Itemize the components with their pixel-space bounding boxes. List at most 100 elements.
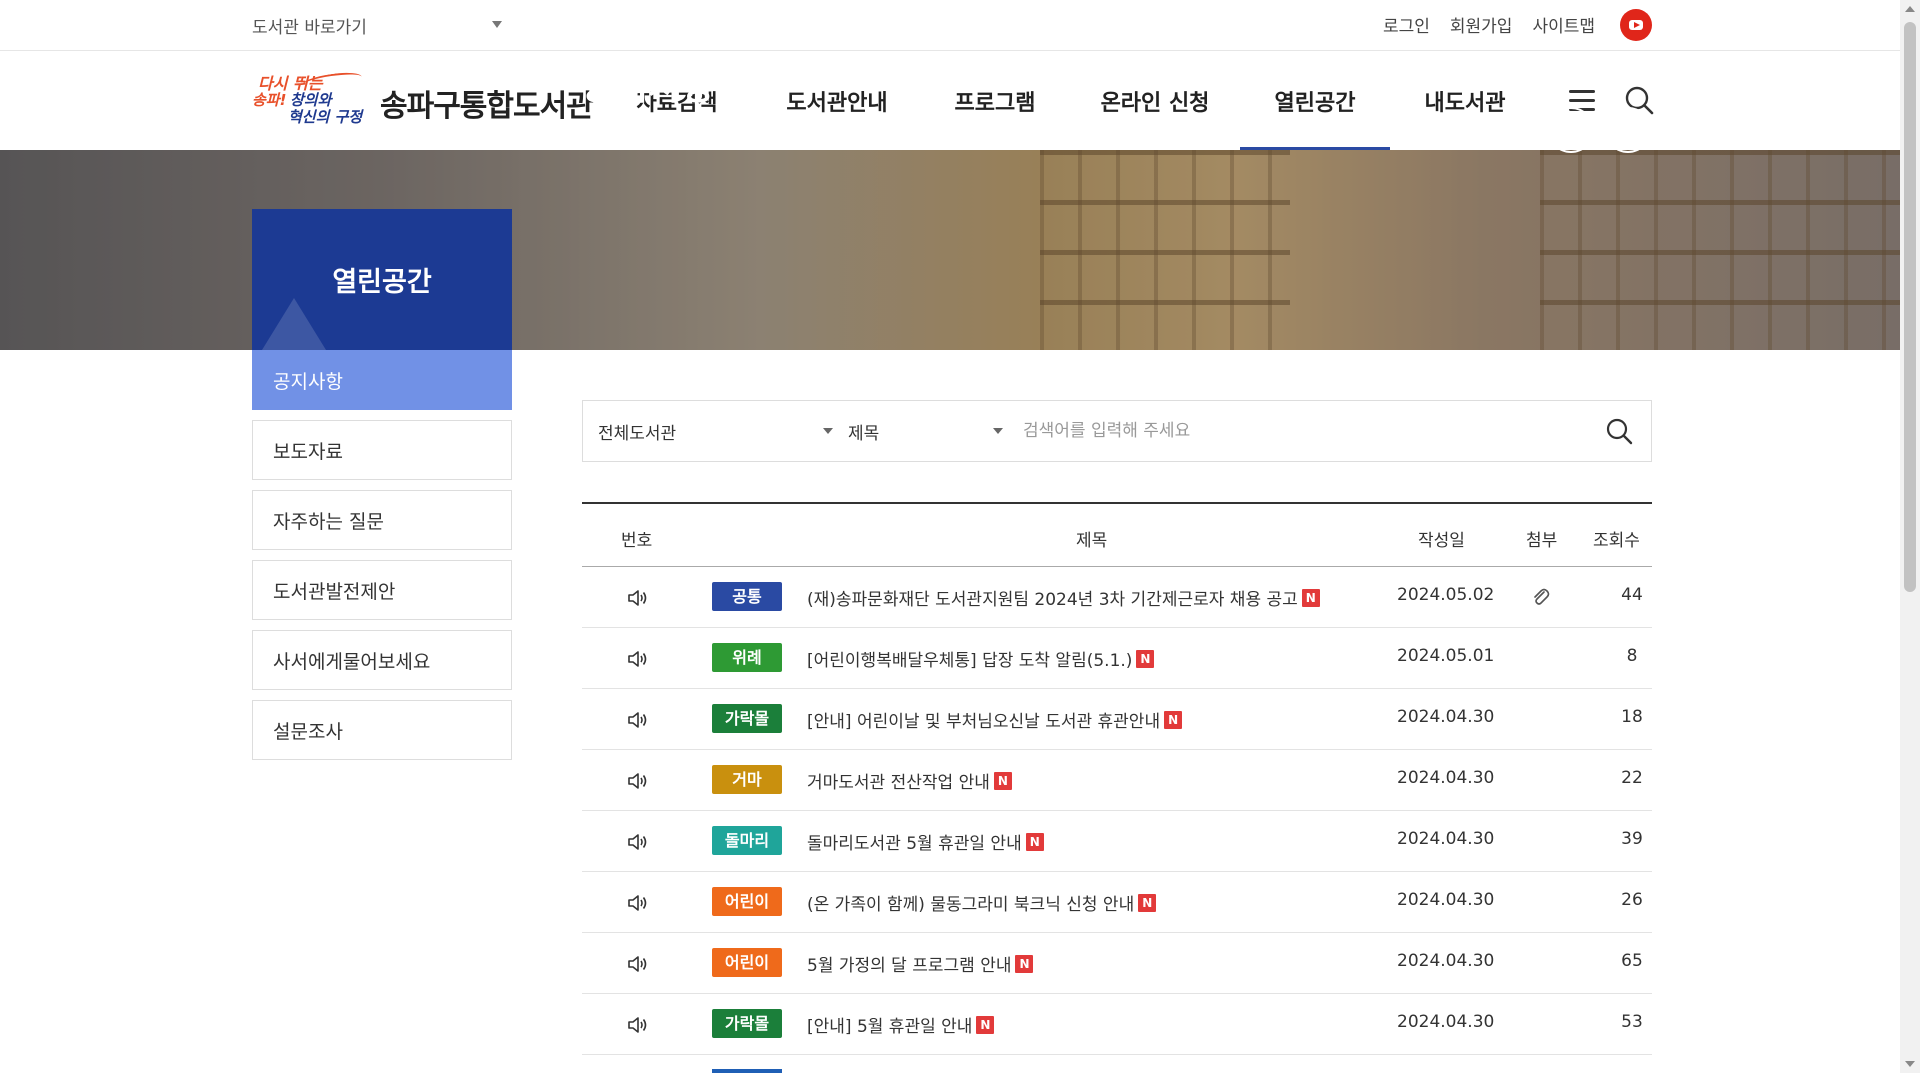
- side-item-press[interactable]: 보도자료: [252, 420, 512, 480]
- print-button[interactable]: [1605, 107, 1651, 153]
- side-item-notice[interactable]: 공지사항: [252, 350, 512, 410]
- speaker-icon: [628, 895, 647, 911]
- breadcrumb-open-space[interactable]: 열린공간: [608, 124, 671, 149]
- post-date: 2024.04.30: [1397, 829, 1495, 849]
- table-row[interactable]: 공통 (재)송파문화재단 도서관지원팀 2024년 3차 기간제근로자 채용 공고…: [582, 567, 1652, 628]
- speaker-icon: [628, 590, 647, 606]
- view-count: 22: [1621, 768, 1643, 788]
- speaker-icon: [628, 1017, 647, 1033]
- signup-link[interactable]: 회원가입: [1450, 12, 1513, 37]
- view-count: 8: [1626, 646, 1638, 666]
- view-count: 26: [1621, 890, 1643, 910]
- chevron-down-icon: [993, 428, 1003, 434]
- post-date: 2024.04.30: [1397, 707, 1495, 727]
- side-heading-decoration: [262, 298, 326, 350]
- view-count: 65: [1621, 951, 1643, 971]
- notice-title-link[interactable]: 돌마리도서관 5월 휴관일 안내 N: [807, 829, 1044, 854]
- page-title: 공지사항: [582, 67, 715, 108]
- notice-title-link[interactable]: (재)송파문화재단 도서관지원팀 2024년 3차 기간제근로자 채용 공고 N: [807, 585, 1320, 610]
- attachment-icon[interactable]: [1529, 585, 1551, 609]
- notice-title-link[interactable]: 거마도서관 전산작업 안내 N: [807, 768, 1012, 793]
- library-badge: 가락몰: [712, 704, 782, 733]
- notice-title-link[interactable]: [어린이행복배달우체통] 답장 도착 알림(5.1.) N: [807, 646, 1155, 671]
- library-badge: 어린이: [712, 887, 782, 916]
- notice-title-text: (재)송파문화재단 도서관지원팀 2024년 3차 기간제근로자 채용 공고: [807, 590, 1298, 610]
- table-row[interactable]: 위례 [어린이행복배달우체통] 답장 도착 알림(5.1.) N 2024.05.01…: [582, 628, 1652, 689]
- table-row[interactable]: 거마 거마도서관 전산작업 안내 N 2024.04.30 22: [582, 750, 1652, 811]
- view-count: 53: [1621, 1012, 1643, 1032]
- home-icon[interactable]: [582, 128, 600, 146]
- login-link[interactable]: 로그인: [1383, 12, 1430, 37]
- speaker-icon: [628, 834, 647, 850]
- slogan-line2a: 송파!: [252, 91, 287, 109]
- youtube-icon[interactable]: [1620, 9, 1652, 41]
- notice-title-text: 5월 가정의 달 프로그램 안내: [807, 956, 1012, 976]
- field-select[interactable]: 제목: [848, 401, 1003, 461]
- breadcrumb-separator: >: [678, 126, 693, 147]
- table-row[interactable]: 돌마리 돌마리도서관 5월 휴관일 안내 N 2024.04.30 39: [582, 811, 1652, 872]
- header-number: 번호: [621, 531, 653, 551]
- table-header: 번호 제목 작성일 첨부 조회수: [582, 504, 1652, 567]
- notice-title-link[interactable]: [안내] 어린이날 및 부처님오신날 도서관 휴관안내 N: [807, 707, 1183, 732]
- header-date: 작성일: [1418, 531, 1465, 551]
- side-nav-heading-label: 열린공간: [332, 267, 432, 298]
- speaker-icon: [628, 956, 647, 972]
- table-row[interactable]: 어린이 (온 가족이 함께) 물동그라미 북크닉 신청 안내 N 2024.04.30…: [582, 872, 1652, 933]
- scroll-up-arrow-icon[interactable]: [1905, 6, 1915, 12]
- scroll-thumb[interactable]: [1904, 22, 1916, 592]
- view-count: 18: [1621, 707, 1643, 727]
- notice-title-link[interactable]: (온 가족이 함께) 물동그라미 북크닉 신청 안내 N: [807, 890, 1157, 915]
- site-title[interactable]: 송파구통합도서관: [380, 81, 594, 125]
- library-quick-select-label: 도서관 바로가기: [252, 18, 367, 38]
- gnb-item-online-apply[interactable]: 온라인 신청: [1070, 52, 1240, 150]
- gnb-item-library-info[interactable]: 도서관안내: [754, 52, 920, 150]
- library-select[interactable]: 전체도서관: [598, 401, 833, 461]
- notice-title-link[interactable]: 5월 가정의 달 프로그램 안내 N: [807, 951, 1034, 976]
- notice-title-link[interactable]: [안내] 5월 휴관일 안내 N: [807, 1012, 995, 1037]
- table-row[interactable]: 어린이 5월 가정의 달 프로그램 안내 N 2024.04.30 65: [582, 933, 1652, 994]
- breadcrumb-notice[interactable]: 공지사항: [701, 124, 764, 149]
- side-item-proposal[interactable]: 도서관발전제안: [252, 560, 512, 620]
- new-badge-icon: N: [1025, 832, 1044, 851]
- library-badge: 공통: [712, 582, 782, 611]
- slogan-logo[interactable]: 다시 뛰는 송파! 창의와 혁신의 구정: [252, 68, 367, 126]
- gnb-item-program[interactable]: 프로그램: [920, 52, 1070, 150]
- notice-table: 번호 제목 작성일 첨부 조회수 공통 (재)송파문화재단 도서관지원팀 2024…: [582, 502, 1652, 1073]
- side-item-faq[interactable]: 자주하는 질문: [252, 490, 512, 550]
- side-item-survey[interactable]: 설문조사: [252, 700, 512, 760]
- speaker-icon: [628, 712, 647, 728]
- post-date: 2024.04.30: [1397, 1012, 1495, 1032]
- scrollbar[interactable]: [1900, 0, 1920, 1073]
- utility-links: 로그인 회원가입 사이트맵: [1383, 12, 1595, 37]
- gnb-item-my-library[interactable]: 내도서관: [1390, 52, 1540, 150]
- new-badge-icon: N: [976, 1015, 995, 1034]
- chevron-down-icon: [492, 21, 502, 28]
- library-badge: 가락몰: [712, 1009, 782, 1038]
- table-body: 공통 (재)송파문화재단 도서관지원팀 2024년 3차 기간제근로자 채용 공고…: [582, 567, 1652, 1055]
- new-badge-icon: N: [1015, 954, 1034, 973]
- speaker-icon: [628, 651, 647, 667]
- notice-title-text: 거마도서관 전산작업 안내: [807, 773, 990, 793]
- table-row[interactable]: 가락몰 [안내] 5월 휴관일 안내 N 2024.04.30 53: [582, 994, 1652, 1055]
- sitemap-link[interactable]: 사이트맵: [1532, 12, 1595, 37]
- share-button[interactable]: [1548, 107, 1594, 153]
- side-item-ask-librarian[interactable]: 사서에게물어보세요: [252, 630, 512, 690]
- gnb-item-open-space[interactable]: 열린공간: [1240, 52, 1390, 150]
- new-badge-icon: N: [1136, 649, 1155, 668]
- chevron-down-icon: [823, 428, 833, 434]
- side-nav: 공지사항 보도자료 자주하는 질문 도서관발전제안 사서에게물어보세요 설문조사: [252, 350, 512, 770]
- scroll-down-arrow-icon[interactable]: [1905, 1061, 1915, 1067]
- view-count: 39: [1621, 829, 1643, 849]
- notice-title-text: [안내] 어린이날 및 부처님오신날 도서관 휴관안내: [807, 712, 1161, 732]
- search-input[interactable]: [1023, 413, 1583, 449]
- header-title: 제목: [1076, 531, 1108, 551]
- post-date: 2024.05.02: [1397, 585, 1495, 605]
- table-row[interactable]: 가락몰 [안내] 어린이날 및 부처님오신날 도서관 휴관안내 N 2024.04.3…: [582, 689, 1652, 750]
- utility-bar: 도서관 바로가기 로그인 회원가입 사이트맵: [0, 0, 1900, 51]
- badge-partial: [712, 1069, 782, 1073]
- new-badge-icon: N: [993, 771, 1012, 790]
- speaker-icon: [628, 773, 647, 789]
- search-submit-icon[interactable]: [1605, 417, 1633, 445]
- library-quick-select[interactable]: 도서관 바로가기: [252, 13, 502, 39]
- library-select-value: 전체도서관: [598, 423, 677, 444]
